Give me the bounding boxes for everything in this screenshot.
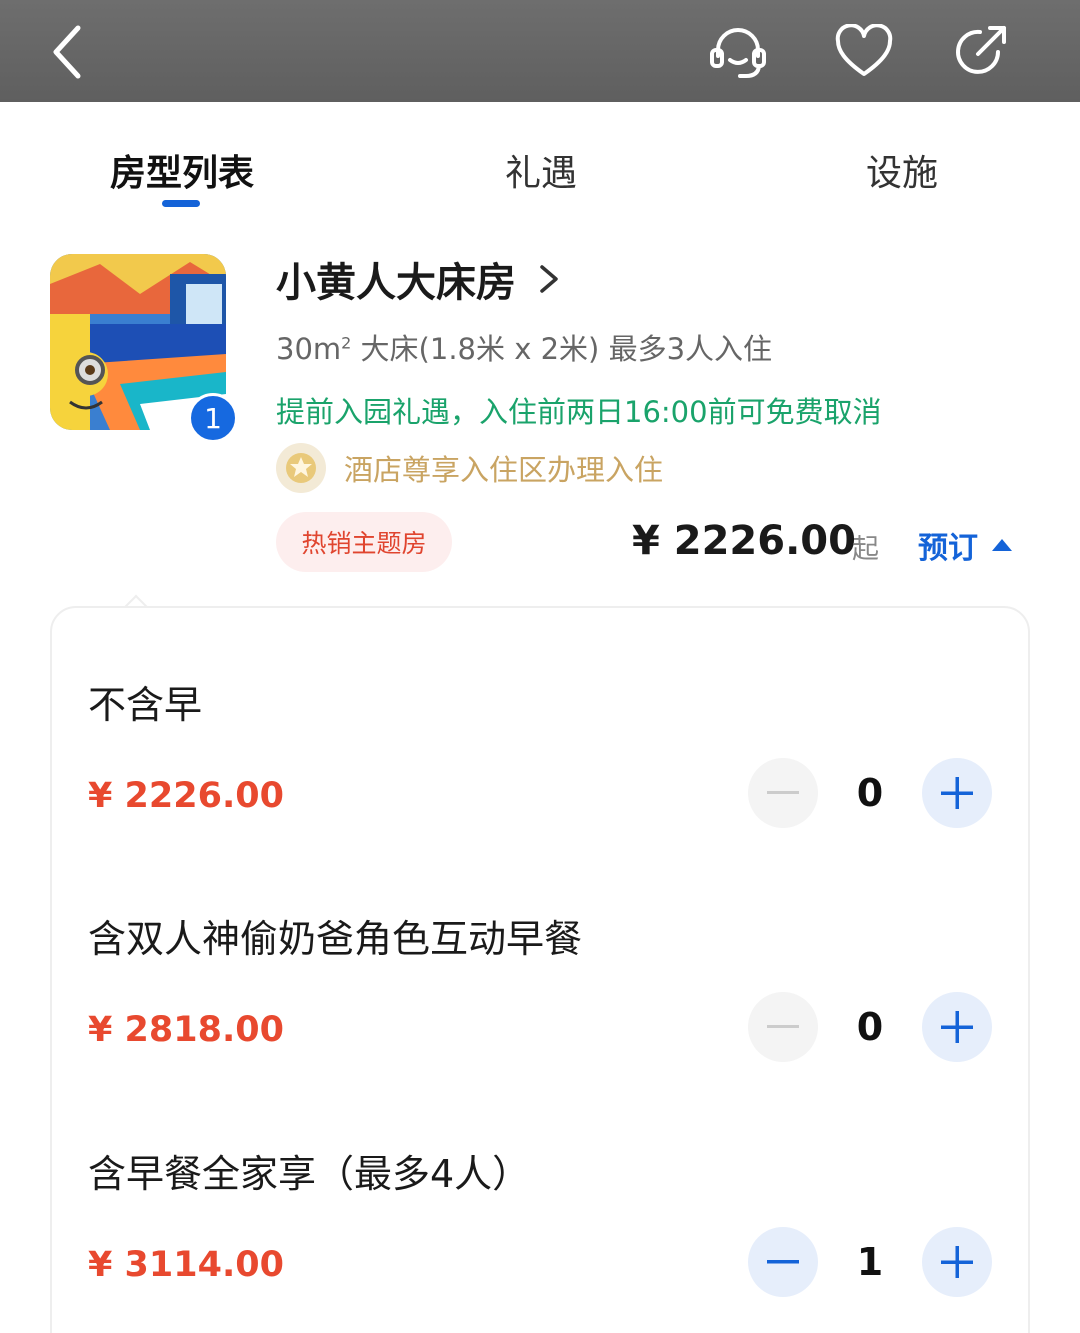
gold-perk: 酒店尊享入住区办理入住: [276, 443, 663, 493]
rate-option: 含早餐全家享（最多4人） ¥ 3114.00 1: [88, 1143, 992, 1297]
decrease-button[interactable]: [748, 758, 818, 828]
quantity-value: 0: [856, 771, 884, 815]
quantity-stepper: 0: [748, 758, 992, 828]
active-tab-indicator: [162, 200, 200, 207]
increase-button[interactable]: [922, 758, 992, 828]
increase-button[interactable]: [922, 992, 992, 1062]
rate-option: 不含早 ¥ 2226.00 0: [88, 674, 992, 828]
gold-perk-text: 酒店尊享入住区办理入住: [344, 453, 664, 487]
room-name: 小黄人大床房: [276, 260, 516, 306]
minus-icon: [767, 791, 799, 794]
quantity-stepper: 1: [748, 1227, 992, 1297]
plus-icon: [941, 1011, 973, 1043]
book-button[interactable]: 预订: [918, 523, 1012, 567]
decrease-button[interactable]: [748, 1227, 818, 1297]
crown-star-icon: [276, 443, 326, 493]
rate-name: 含早餐全家享（最多4人）: [88, 1152, 531, 1196]
photo-count-badge: 1: [188, 393, 238, 443]
room-spec-text: 大床(1.8米 x 2米) 最多3人入住: [351, 332, 773, 366]
room-spec: 30m2 大床(1.8米 x 2米) 最多3人入住: [276, 326, 772, 368]
share-icon[interactable]: [946, 18, 1014, 86]
quantity-stepper: 0: [748, 992, 992, 1062]
book-label: 预订: [918, 531, 978, 566]
top-bar: [0, 0, 1080, 102]
price-from-suffix: 起: [852, 534, 879, 565]
customer-service-icon[interactable]: [704, 18, 772, 86]
hot-theme-tag: 热销主题房: [276, 512, 452, 572]
increase-button[interactable]: [922, 1227, 992, 1297]
quantity-value: 0: [856, 1005, 884, 1049]
rate-price: ¥ 2818.00: [88, 1010, 284, 1050]
room-price: ¥ 2226.00: [632, 518, 856, 564]
tab-perks[interactable]: 礼遇: [505, 144, 577, 196]
tab-room-list[interactable]: 房型列表: [110, 144, 254, 196]
room-area-unit-sup: 2: [341, 333, 352, 353]
room-area: 30m: [276, 332, 342, 366]
back-arrow-icon[interactable]: [34, 18, 102, 86]
quantity-value: 1: [856, 1240, 884, 1284]
plus-icon: [941, 777, 973, 809]
rate-price: ¥ 2226.00: [88, 776, 284, 816]
rate-name: 不含早: [88, 683, 203, 727]
minus-icon: [767, 1260, 799, 1264]
decrease-button[interactable]: [748, 992, 818, 1062]
chevron-right-icon: [538, 259, 564, 299]
caret-up-icon: [992, 539, 1012, 551]
favorite-heart-icon[interactable]: [830, 18, 898, 86]
rate-name: 含双人神偷奶爸角色互动早餐: [88, 917, 583, 961]
minus-icon: [767, 1025, 799, 1028]
room-perk-text: 提前入园礼遇，入住前两日16:00前可免费取消: [276, 395, 882, 429]
tab-bar: 房型列表 礼遇 设施: [0, 102, 1080, 222]
plus-icon: [941, 1246, 973, 1278]
rate-price: ¥ 3114.00: [88, 1245, 284, 1285]
tab-facilities[interactable]: 设施: [866, 144, 938, 196]
room-name-link[interactable]: 小黄人大床房: [276, 250, 564, 308]
rate-option: 含双人神偷奶爸角色互动早餐 ¥ 2818.00 0: [88, 908, 992, 1062]
